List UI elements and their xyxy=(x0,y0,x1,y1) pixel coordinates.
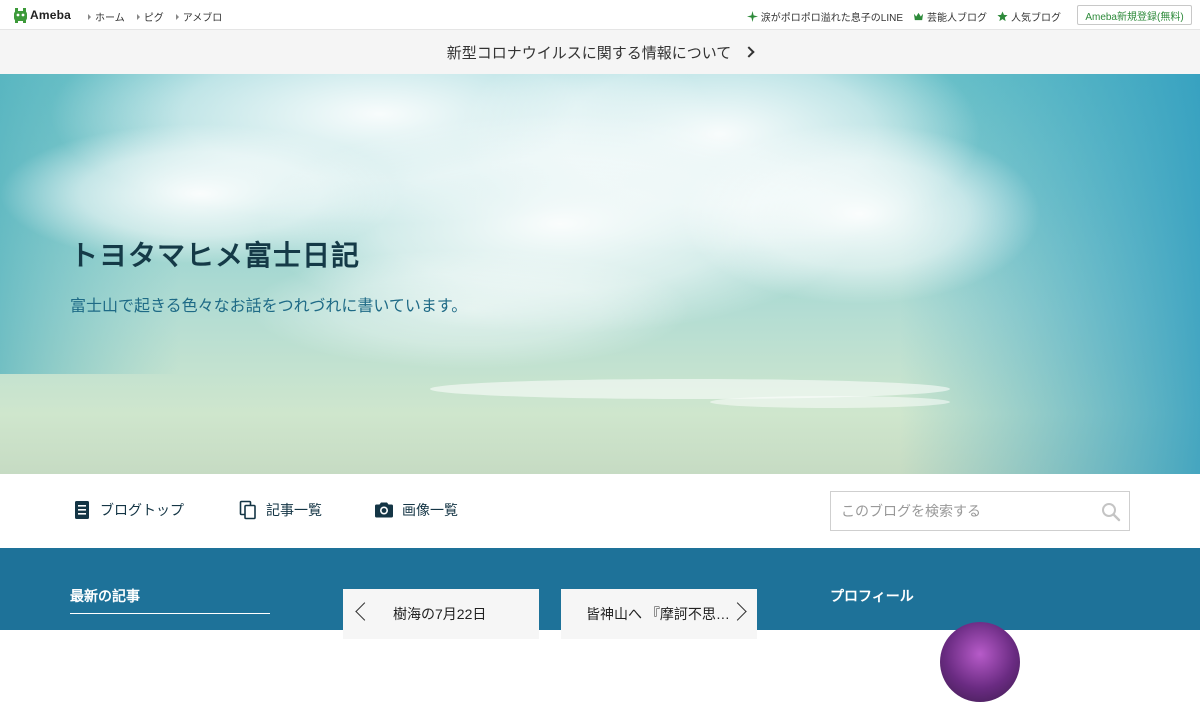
latest-articles-heading: 最新の記事 xyxy=(70,588,140,604)
chevron-right-icon xyxy=(728,602,747,621)
chevron-right-icon xyxy=(743,46,755,58)
prev-article-link[interactable]: 樹海の7月22日 xyxy=(343,589,539,639)
header-link-label: 芸能人ブログ xyxy=(927,13,987,24)
brand-name: Ameba xyxy=(30,8,72,22)
heading-divider xyxy=(70,613,270,614)
camera-icon xyxy=(375,502,393,518)
nav-article-list[interactable]: 記事一覧 xyxy=(238,500,322,520)
next-article-link[interactable]: 皆神山へ 『摩訶不思… xyxy=(561,589,757,639)
header-link-label: 人気ブログ xyxy=(1011,13,1061,24)
sparkle-icon xyxy=(746,11,758,22)
nav-item-home[interactable]: ホーム xyxy=(88,9,125,24)
register-button[interactable]: Ameba新規登録(無料) xyxy=(1077,5,1192,25)
header-link-label: 涙がポロポロ溢れた息子のLINE xyxy=(760,13,903,24)
copy-icon xyxy=(239,500,256,520)
nav-image-list[interactable]: 画像一覧 xyxy=(374,500,458,520)
profile-avatar[interactable] xyxy=(940,622,1020,702)
nav-blog-top[interactable]: ブログトップ xyxy=(72,500,184,520)
ameba-logo[interactable]: Ameba xyxy=(13,6,71,24)
crown-icon xyxy=(913,12,924,21)
ameba-mascot-icon xyxy=(14,7,27,23)
blog-navigation: ブログトップ 記事一覧 画像一覧 xyxy=(0,474,1200,548)
chevron-left-icon xyxy=(355,602,374,621)
profile-heading: プロフィール xyxy=(830,588,914,604)
document-icon xyxy=(75,501,89,519)
triangle-right-icon xyxy=(88,13,91,20)
header-link-line-story[interactable]: 涙がポロポロ溢れた息子のLINE xyxy=(746,9,903,24)
blog-search-box xyxy=(830,491,1130,531)
blog-search-input[interactable] xyxy=(831,492,1086,530)
blog-description: 富士山で起きる色々なお話をつれづれに書いています。 xyxy=(70,298,468,315)
nav-item-label: ホーム xyxy=(95,13,125,24)
covid-info-banner[interactable]: 新型コロナウイルスに関する情報について xyxy=(0,30,1200,74)
triangle-right-icon xyxy=(175,13,179,20)
header-link-popular-blogs[interactable]: 人気ブログ xyxy=(997,9,1061,24)
nav-label: 画像一覧 xyxy=(402,502,458,518)
nav-item-pigg[interactable]: ピグ xyxy=(136,9,164,24)
main-content: 最新の記事 樹海の7月22日 皆神山へ 『摩訶不思… プロフィール xyxy=(0,548,1200,702)
header-links: 涙がポロポロ溢れた息子のLINE 芸能人ブログ 人気ブログ xyxy=(746,9,1061,24)
star-icon xyxy=(997,11,1008,22)
nav-item-ameblo[interactable]: アメブロ xyxy=(175,9,223,24)
blog-title[interactable]: トヨタマヒメ富士日記 xyxy=(70,234,360,274)
announcement-label: 新型コロナウイルスに関する情報について xyxy=(446,44,732,62)
search-icon[interactable] xyxy=(1101,502,1121,522)
header-link-celebrity-blogs[interactable]: 芸能人ブログ xyxy=(913,9,987,24)
global-nav: ホーム ピグ アメブロ xyxy=(88,9,222,24)
nav-item-label: ピグ xyxy=(143,13,164,24)
prev-article-title: 樹海の7月22日 xyxy=(393,606,487,622)
blog-header-hero: トヨタマヒメ富士日記 富士山で起きる色々なお話をつれづれに書いています。 xyxy=(0,74,1200,474)
nav-item-label: アメブロ xyxy=(182,13,223,24)
next-article-title: 皆神山へ 『摩訶不思… xyxy=(586,606,730,622)
global-header: Ameba ホーム ピグ アメブロ 涙がポロポロ溢れた息子のLINE 芸能人ブロ… xyxy=(0,0,1200,30)
triangle-right-icon xyxy=(136,13,140,20)
nav-label: ブログトップ xyxy=(100,502,184,518)
nav-label: 記事一覧 xyxy=(266,502,322,518)
sky-clouds-background xyxy=(0,74,1200,474)
